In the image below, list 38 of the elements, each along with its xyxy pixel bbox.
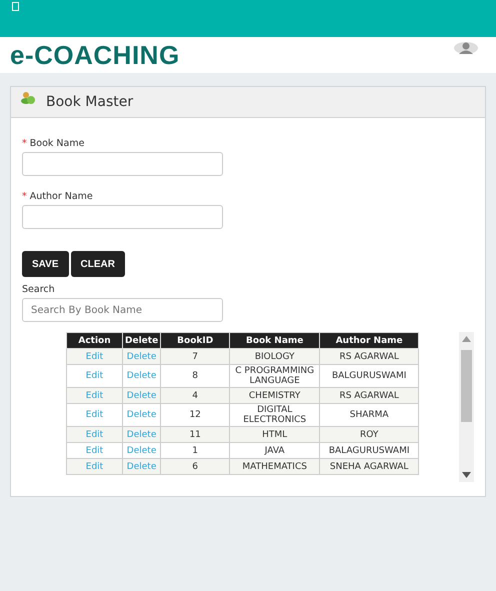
column-header: BookID xyxy=(160,332,230,348)
square-icon xyxy=(12,2,19,11)
table-cell: RS AGARWAL xyxy=(320,388,419,404)
action-button[interactable]: CLEAR xyxy=(70,251,125,277)
required-mark: * xyxy=(22,191,27,202)
table-cell: 7 xyxy=(160,348,230,364)
edit-link[interactable]: Edit xyxy=(86,371,104,381)
scroll-up-icon[interactable] xyxy=(462,336,471,342)
column-header: Author Name xyxy=(320,332,419,348)
text-field[interactable] xyxy=(22,205,223,229)
table-cell: RS AGARWAL xyxy=(320,348,419,364)
column-header: Book Name xyxy=(230,332,320,348)
users-icon xyxy=(21,92,36,104)
field-label: Author Name xyxy=(30,191,93,202)
action-button[interactable]: SAVE xyxy=(22,251,68,277)
search-label: Search xyxy=(22,284,56,295)
edit-link[interactable]: Edit xyxy=(86,410,104,420)
scroll-thumb[interactable] xyxy=(461,350,472,422)
table-cell: SNEHA AGARWAL xyxy=(320,458,419,474)
table-cell: BIOLOGY xyxy=(230,348,320,364)
column-header: Delete xyxy=(122,332,161,348)
table-cell: 11 xyxy=(160,426,230,442)
text-field[interactable] xyxy=(22,152,223,176)
field-label: Book Name xyxy=(30,138,84,149)
user-avatar-icon[interactable] xyxy=(454,41,478,55)
app-title: e-COACHING xyxy=(10,40,180,70)
column-header: Action xyxy=(66,332,122,348)
scroll-down-icon[interactable] xyxy=(462,472,471,478)
scrollbar[interactable] xyxy=(459,332,474,482)
table-cell: CHEMISTRY xyxy=(230,388,320,404)
search-field[interactable]: Search By Book Name xyxy=(22,298,223,322)
required-mark: * xyxy=(22,138,27,149)
table-cell: HTML xyxy=(230,426,320,442)
table-cell: ROY xyxy=(320,426,419,442)
table-cell: 6 xyxy=(160,458,230,474)
table-cell: 4 xyxy=(160,388,230,404)
panel-title: Book Master xyxy=(46,94,134,110)
table-cell: MATHEMATICS xyxy=(230,458,320,474)
